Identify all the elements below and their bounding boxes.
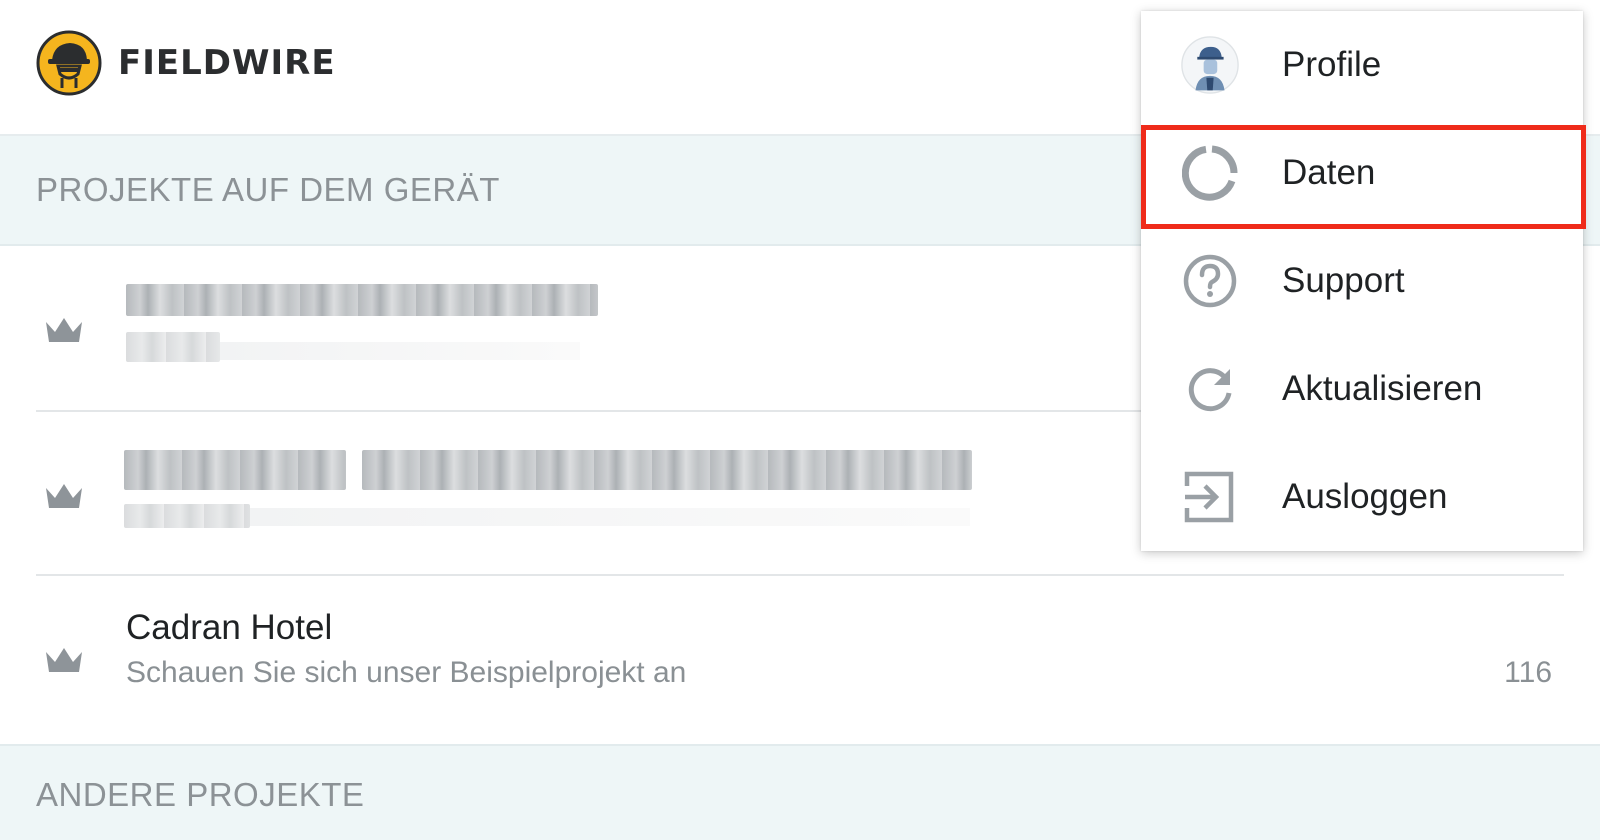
project-count: 116 xyxy=(1504,656,1552,689)
menu-item-label: Aktualisieren xyxy=(1282,369,1483,408)
project-subtitle: Schauen Sie sich unser Beispielprojekt a… xyxy=(126,656,687,689)
highlight-box xyxy=(1141,125,1586,229)
avatar-icon xyxy=(1181,36,1239,94)
refresh-icon xyxy=(1181,360,1239,418)
menu-item-aktualisieren[interactable]: Aktualisieren xyxy=(1141,335,1583,443)
blurred-project-title-2 xyxy=(362,450,972,490)
logout-icon xyxy=(1181,468,1239,526)
project-row-cadran-hotel[interactable]: Cadran Hotel Schauen Sie sich unser Beis… xyxy=(36,578,1564,742)
menu-item-label: Support xyxy=(1282,261,1405,300)
menu-item-support[interactable]: Support xyxy=(1141,227,1583,335)
menu-item-label: Profile xyxy=(1282,45,1382,84)
project-title: Cadran Hotel xyxy=(126,608,333,647)
help-circle-icon xyxy=(1181,252,1239,310)
fieldwire-logo: FIELDWIRE xyxy=(36,30,336,96)
fieldwire-worker-logo-icon xyxy=(36,30,102,96)
section-title: PROJEKTE AUF DEM GERÄT xyxy=(36,171,500,208)
crown-icon xyxy=(46,648,82,672)
blurred-project-title xyxy=(126,284,598,316)
blurred-project-title xyxy=(124,450,346,490)
blurred-project-subtitle xyxy=(126,332,220,362)
crown-icon xyxy=(46,484,82,508)
projects-screen: FIELDWIRE PROJEKTE AUF DEM GERÄT Cadran … xyxy=(0,0,1600,840)
section-header-other: ANDERE PROJEKTE xyxy=(0,744,1600,840)
menu-item-profile[interactable]: Profile xyxy=(1141,11,1583,119)
logo-text: FIELDWIRE xyxy=(118,43,336,83)
section-title: ANDERE PROJEKTE xyxy=(36,776,365,813)
crown-icon xyxy=(46,318,82,342)
menu-item-ausloggen[interactable]: Ausloggen xyxy=(1141,443,1583,551)
overflow-menu: Profile Daten Support Aktualisieren Ausl… xyxy=(1141,11,1583,551)
blurred-project-subtitle xyxy=(124,504,250,528)
menu-item-label: Ausloggen xyxy=(1282,477,1448,516)
